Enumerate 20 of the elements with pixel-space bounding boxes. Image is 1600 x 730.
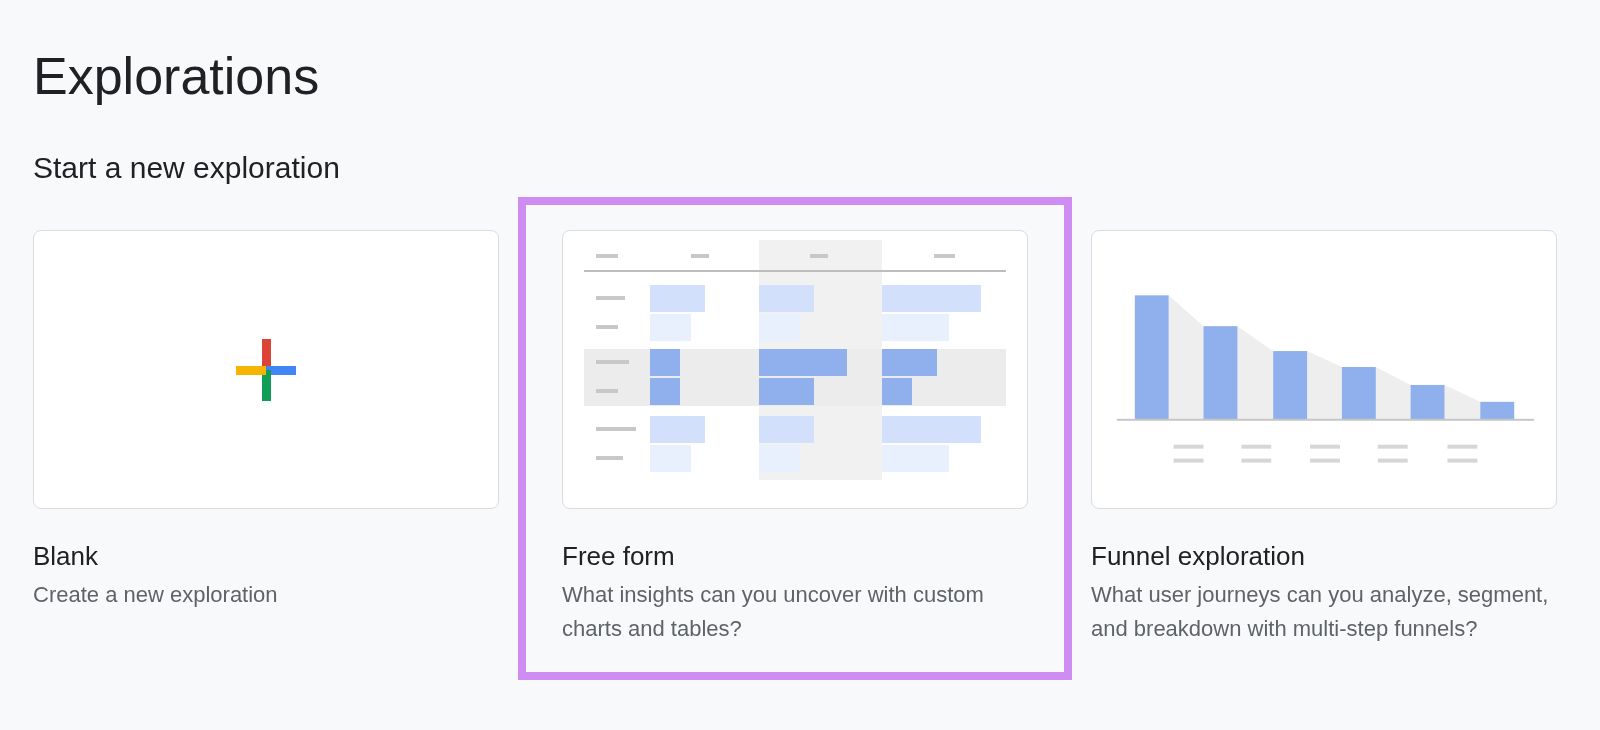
- template-card[interactable]: [1091, 230, 1557, 509]
- axis-label-placeholder: [1377, 444, 1408, 463]
- axis-label-placeholder: [1173, 444, 1204, 463]
- card-title: Funnel exploration: [1091, 541, 1306, 571]
- funnel-bar: [1341, 366, 1376, 420]
- card-description: What user journeys can you analyze, segment, and breakdown with multi-step funnels?: [1091, 581, 1550, 643]
- axis-label-placeholder: [1447, 444, 1478, 463]
- funnel-bar: [1410, 384, 1445, 420]
- template-card[interactable]: [562, 230, 1028, 509]
- axis-label-placeholder: [1241, 444, 1272, 463]
- axis-label-placeholder: [1310, 444, 1340, 463]
- section-heading: Start a new exploration: [33, 152, 341, 184]
- plus-icon: [236, 338, 296, 401]
- funnel-bar: [1273, 350, 1308, 420]
- card-title: Blank: [33, 541, 100, 571]
- card-title: Free form: [562, 541, 676, 571]
- page-title: Explorations: [33, 46, 321, 106]
- funnel-bar: [1480, 401, 1515, 420]
- card-description: Create a new exploration: [33, 581, 279, 609]
- card-description: What insights can you uncover with custom charts and tables?: [562, 581, 985, 643]
